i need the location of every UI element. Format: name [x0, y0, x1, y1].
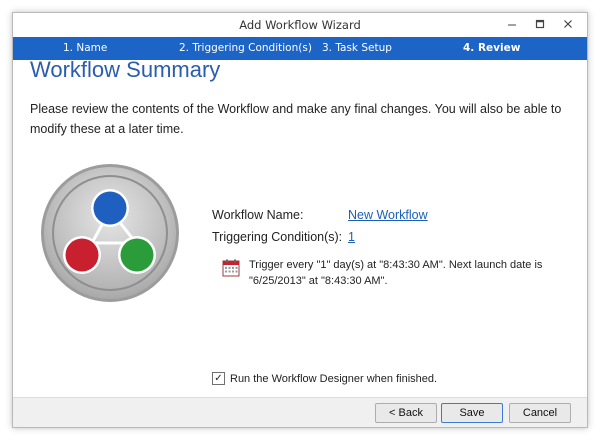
title-bar[interactable]: Add Workflow Wizard: [13, 13, 587, 37]
triggering-conditions-link[interactable]: 1: [348, 230, 355, 244]
step-task-setup[interactable]: 3. Task Setup: [322, 42, 392, 54]
workflow-name-label: Workflow Name:: [212, 208, 304, 222]
workflow-name-link[interactable]: New Workflow: [348, 208, 428, 222]
cancel-button[interactable]: Cancel: [509, 403, 571, 423]
workflow-logo-icon: [41, 164, 179, 302]
back-button[interactable]: < Back: [375, 403, 437, 423]
run-designer-option[interactable]: ✓ Run the Workflow Designer when finishe…: [212, 372, 437, 385]
close-icon[interactable]: [555, 15, 581, 33]
run-designer-checkbox[interactable]: ✓: [212, 372, 225, 385]
save-button[interactable]: Save: [441, 403, 503, 423]
page-description: Please review the contents of the Workfl…: [30, 102, 562, 136]
wizard-footer: < Back Save Cancel: [13, 397, 587, 427]
calendar-icon: [222, 259, 240, 277]
triggering-conditions-label: Triggering Condition(s):: [212, 230, 343, 244]
run-designer-label[interactable]: Run the Workflow Designer when finished.: [230, 373, 437, 385]
step-review[interactable]: 4. Review: [463, 42, 520, 54]
trigger-description: Trigger every "1" day(s) at "8:43:30 AM"…: [249, 259, 543, 287]
maximize-icon[interactable]: [527, 15, 553, 33]
page-title: Workflow Summary: [30, 57, 221, 82]
step-name[interactable]: 1. Name: [63, 42, 107, 54]
minimize-icon[interactable]: [499, 15, 525, 33]
window-controls: [499, 15, 581, 33]
wizard-window: Add Workflow Wizard 1. Name 2. Triggerin…: [12, 12, 588, 428]
window-title: Add Workflow Wizard: [239, 18, 361, 32]
step-triggering-conditions[interactable]: 2. Triggering Condition(s): [179, 42, 312, 54]
